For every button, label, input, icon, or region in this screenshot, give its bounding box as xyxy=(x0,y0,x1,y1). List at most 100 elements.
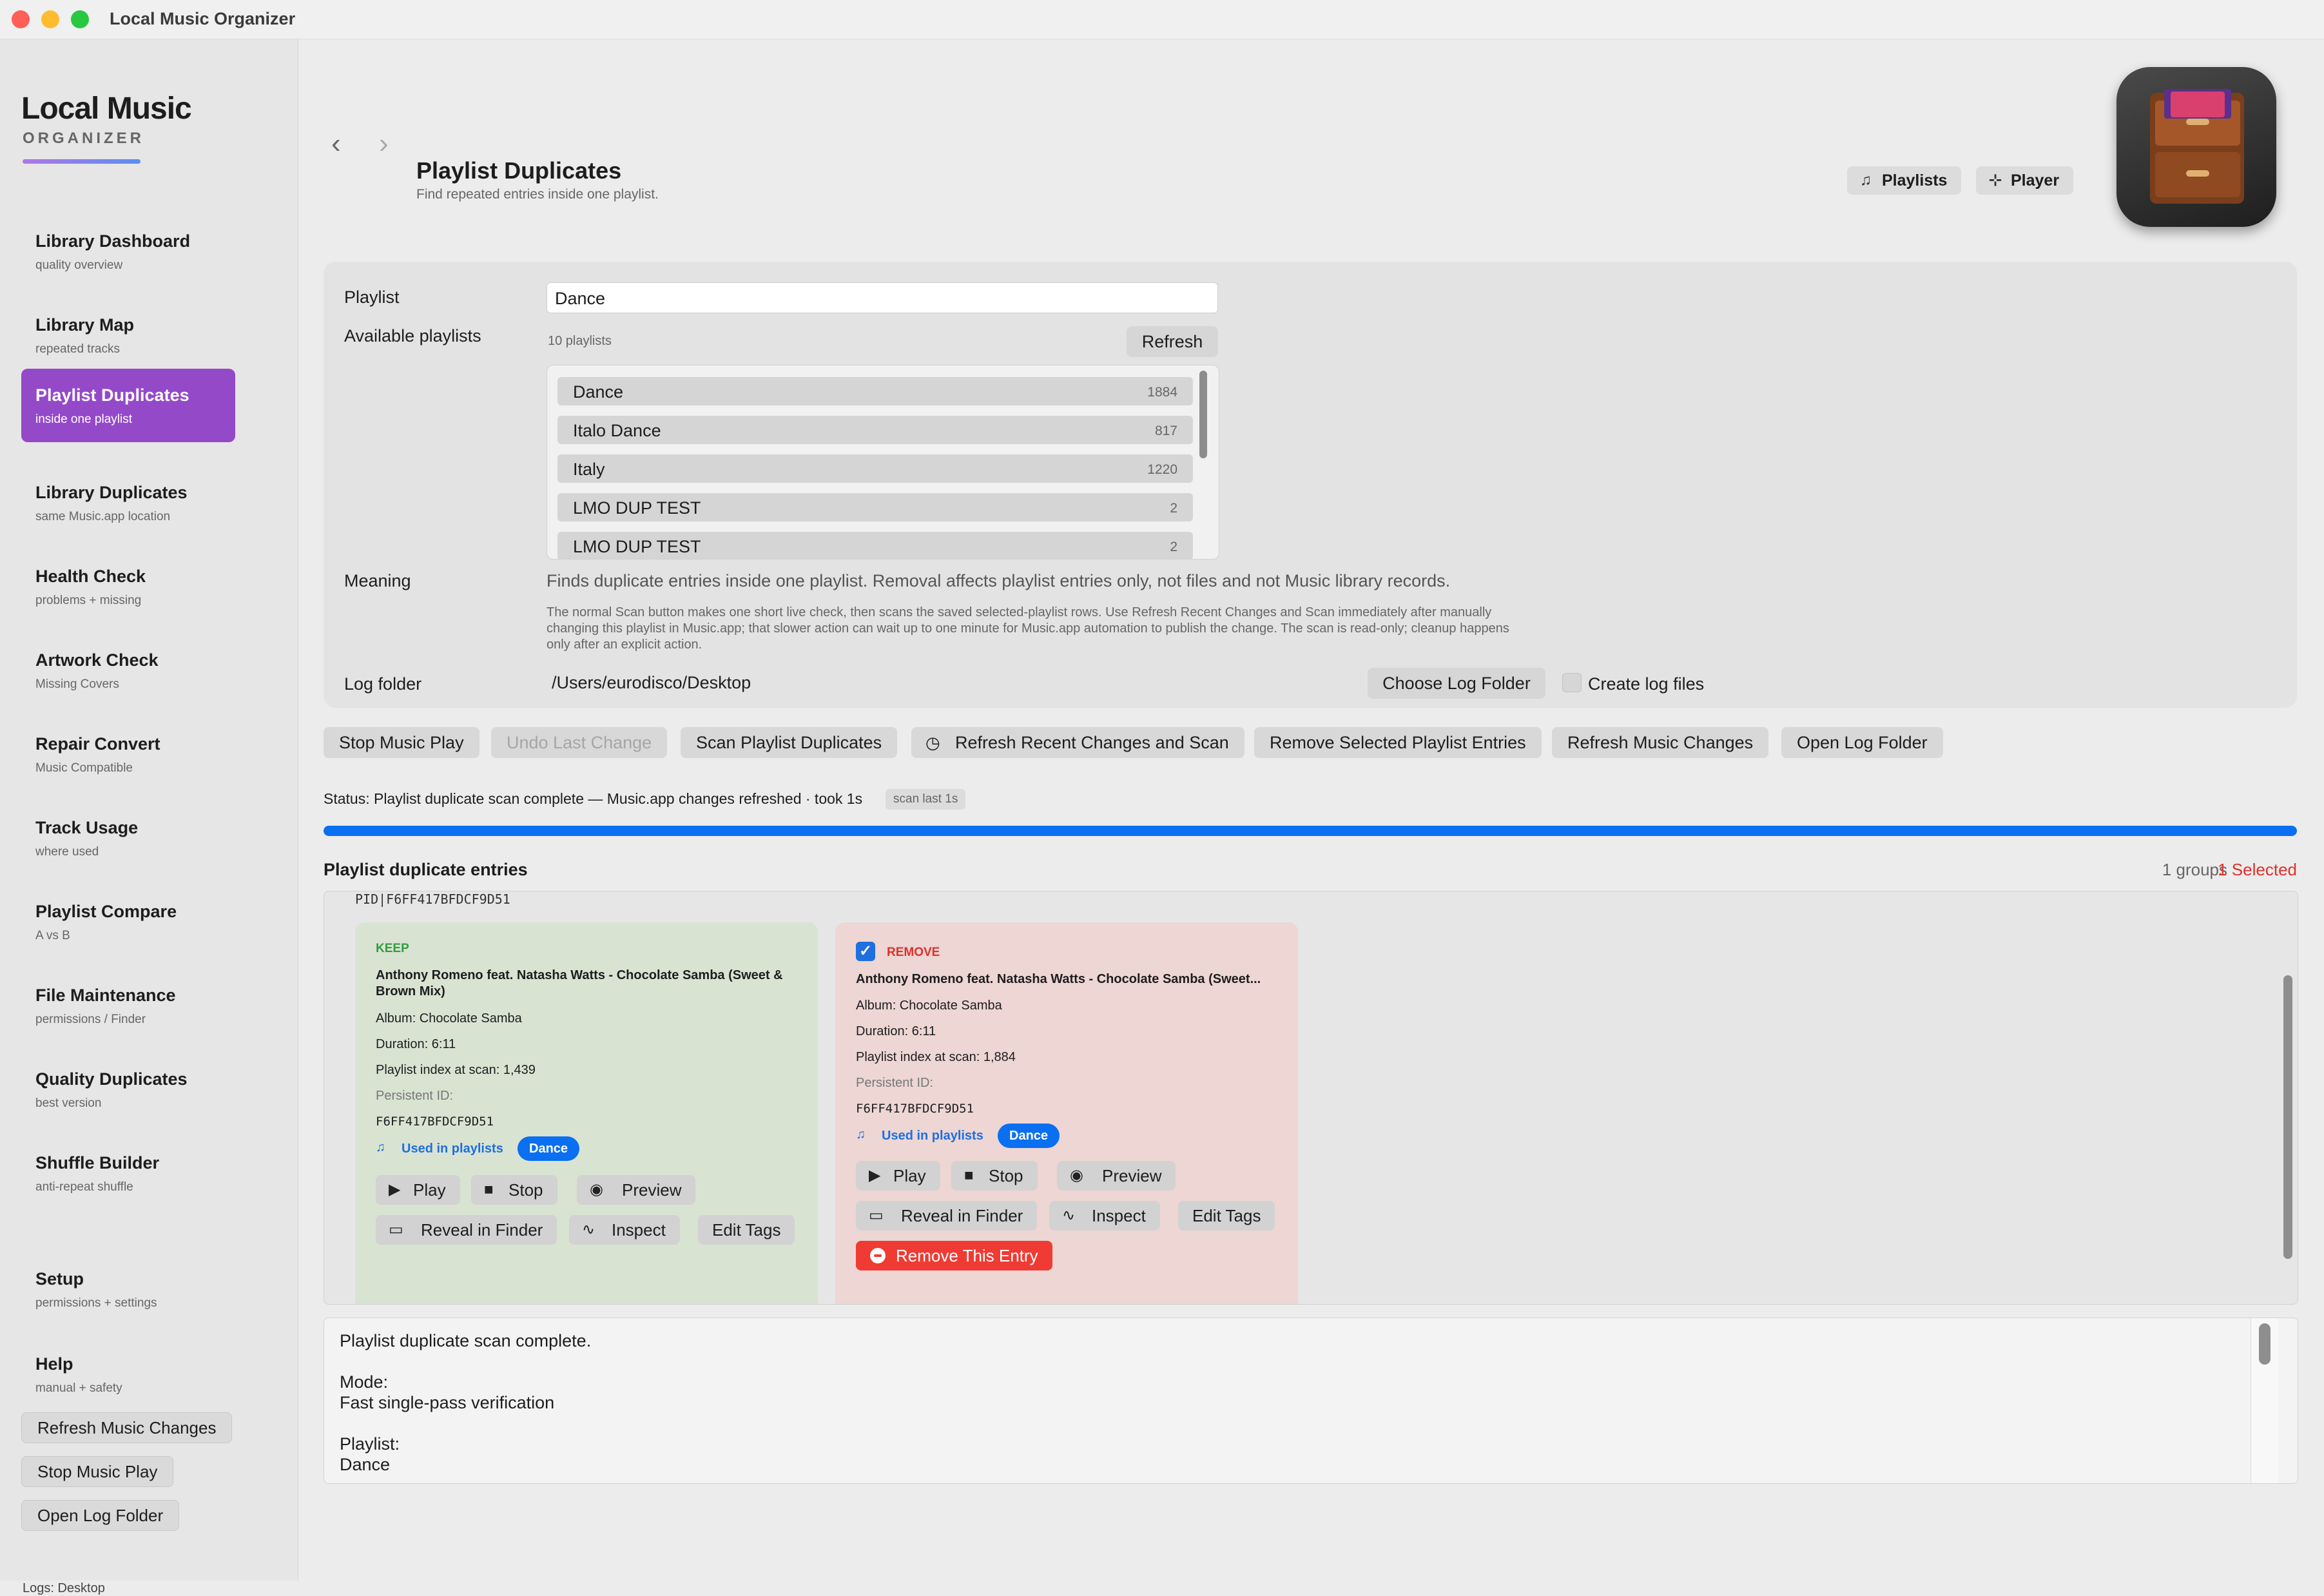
sidebar-item-playlist-duplicates[interactable]: Playlist Duplicates inside one playlist xyxy=(21,369,235,442)
track-title: Anthony Romeno feat. Natasha Watts - Cho… xyxy=(376,968,783,998)
used-in-playlists[interactable]: ♫ Used in playlists xyxy=(376,1140,503,1156)
stop-button[interactable]: ■ Stop xyxy=(951,1161,1038,1191)
sidebar-open-log-button[interactable]: Open Log Folder xyxy=(21,1500,180,1531)
list-item[interactable]: Italo Dance 817 xyxy=(557,416,1193,444)
sidebar-item-label: Setup xyxy=(35,1269,84,1289)
remove-entry-label: Remove This Entry xyxy=(896,1246,1038,1265)
sidebar-item-quality-duplicates[interactable]: Quality Duplicates best version xyxy=(21,1053,235,1126)
track-title: Anthony Romeno feat. Natasha Watts - Cho… xyxy=(856,972,1261,986)
sidebar-item-file-maintenance[interactable]: File Maintenance permissions / Finder xyxy=(21,969,235,1042)
sidebar-item-artwork-check[interactable]: Artwork Check Missing Covers xyxy=(21,634,235,707)
refresh-recent-changes-label: Refresh Recent Changes and Scan xyxy=(955,733,1229,752)
create-log-files-checkbox[interactable] xyxy=(1562,673,1582,692)
playlist-pill[interactable]: Dance xyxy=(998,1124,1060,1148)
inspect-label: Inspect xyxy=(1092,1206,1146,1225)
used-in-playlists[interactable]: ♫ Used in playlists xyxy=(856,1127,983,1143)
used-in-playlists-label: Used in playlists xyxy=(882,1129,983,1143)
playlist-label: Playlist xyxy=(344,287,400,307)
playlist-name: Dance xyxy=(573,382,624,402)
sidebar-item-shuffle-builder[interactable]: Shuffle Builder anti-repeat shuffle xyxy=(21,1136,235,1210)
sidebar-item-sublabel: inside one playlist xyxy=(35,413,132,426)
playlist-icon: ♫ xyxy=(856,1127,866,1142)
preview-button[interactable]: ◉ Preview xyxy=(1057,1161,1176,1191)
persistent-id-label: Persistent ID: xyxy=(856,1076,934,1090)
playlist-name: LMO DUP TEST xyxy=(573,498,701,518)
sidebar-item-health-check[interactable]: Health Check problems + missing xyxy=(21,550,235,623)
sidebar-item-help[interactable]: Help manual + safety xyxy=(21,1338,235,1411)
remove-selected-entries-button[interactable]: Remove Selected Playlist Entries xyxy=(1254,727,1542,758)
player-button[interactable]: ⊹ Player xyxy=(1976,166,2074,195)
scan-playlist-duplicates-button[interactable]: Scan Playlist Duplicates xyxy=(681,727,898,758)
stop-icon: ■ xyxy=(484,1181,494,1198)
sidebar-item-library-map[interactable]: Library Map repeated tracks xyxy=(21,298,235,372)
inspect-button[interactable]: ∿ Inspect xyxy=(1049,1201,1160,1231)
results-scrollbar[interactable] xyxy=(2283,975,2292,1259)
sidebar-refresh-music-button[interactable]: Refresh Music Changes xyxy=(21,1412,233,1443)
sidebar-item-library-duplicates[interactable]: Library Duplicates same Music.app locatio… xyxy=(21,466,235,540)
persistent-id: F6FF417BFDCF9D51 xyxy=(376,1114,494,1129)
remove-this-entry-button[interactable]: Remove This Entry xyxy=(856,1241,1052,1270)
log-scrollbar[interactable] xyxy=(2259,1323,2271,1365)
track-playlist-index: Playlist index at scan: 1,439 xyxy=(376,1063,536,1077)
preview-button[interactable]: ◉ Preview xyxy=(577,1175,696,1205)
play-icon: ▶ xyxy=(869,1167,881,1184)
sidebar-item-sublabel: best version xyxy=(35,1096,102,1110)
sidebar: Local Music ORGANIZER Library Dashboard q… xyxy=(0,39,298,1595)
minimize-window-button[interactable] xyxy=(41,10,59,28)
playlist-track-count: 2 xyxy=(1170,540,1177,554)
stop-music-play-button[interactable]: Stop Music Play xyxy=(324,727,479,758)
inspect-button[interactable]: ∿ Inspect xyxy=(569,1215,680,1245)
sidebar-item-playlist-compare[interactable]: Playlist Compare A vs B xyxy=(21,885,235,959)
undo-last-change-button[interactable]: Undo Last Change xyxy=(491,727,668,758)
back-arrow-icon[interactable]: ‹ xyxy=(331,128,341,160)
sidebar-item-repair-convert[interactable]: Repair Convert Music Compatible xyxy=(21,717,235,791)
forward-arrow-icon[interactable]: › xyxy=(379,128,389,160)
refresh-playlists-button[interactable]: Refresh xyxy=(1127,326,1218,357)
edit-tags-button[interactable]: Edit Tags xyxy=(1178,1201,1275,1231)
reveal-in-finder-button[interactable]: ▭ Reveal in Finder xyxy=(856,1201,1038,1231)
playlists-button[interactable]: ♫ Playlists xyxy=(1847,166,1962,195)
play-button[interactable]: ▶ Play xyxy=(856,1161,940,1191)
sidebar-stop-music-button[interactable]: Stop Music Play xyxy=(21,1456,174,1487)
list-item[interactable]: Dance 1884 xyxy=(557,377,1193,405)
list-item[interactable]: Italy 1220 xyxy=(557,454,1193,483)
play-button[interactable]: ▶ Play xyxy=(376,1175,460,1205)
sidebar-item-library-dashboard[interactable]: Library Dashboard quality overview xyxy=(21,215,235,288)
eye-icon: ◉ xyxy=(1070,1167,1083,1184)
open-log-folder-button[interactable]: Open Log Folder xyxy=(1781,727,1943,758)
group-pid: PID|F6FF417BFDCF9D51 xyxy=(355,891,510,907)
playlist-input[interactable]: Dance xyxy=(547,282,1218,313)
playlist-count: 10 playlists xyxy=(548,334,612,348)
close-window-button[interactable] xyxy=(12,10,30,28)
edit-tags-button[interactable]: Edit Tags xyxy=(698,1215,795,1245)
list-scrollbar[interactable] xyxy=(1199,371,1207,458)
choose-log-folder-button[interactable]: Choose Log Folder xyxy=(1368,668,1545,699)
meaning-note: The normal Scan button makes one short l… xyxy=(547,605,1509,652)
reveal-in-finder-button[interactable]: ▭ Reveal in Finder xyxy=(376,1215,557,1245)
playlists-list[interactable]: Dance 1884 Italo Dance 817 Italy 1220 LMO D… xyxy=(547,365,1219,560)
refresh-music-changes-button[interactable]: Refresh Music Changes xyxy=(1552,727,1769,758)
persistent-id-label: Persistent ID: xyxy=(376,1089,454,1103)
title-bar: Local Music Organizer xyxy=(0,0,2324,39)
sidebar-item-label: Playlist Duplicates xyxy=(35,385,189,405)
sidebar-item-setup[interactable]: Setup permissions + settings xyxy=(21,1252,235,1326)
list-item[interactable]: LMO DUP TEST 2 xyxy=(557,493,1193,521)
results-title: Playlist duplicate entries xyxy=(324,860,528,879)
app-icon xyxy=(2116,67,2276,227)
playlist-track-count: 817 xyxy=(1154,423,1177,438)
zoom-window-button[interactable] xyxy=(71,10,89,28)
remove-entry-checkbox[interactable]: ✓ xyxy=(856,942,875,961)
folder-icon: ▭ xyxy=(389,1221,403,1238)
stop-button[interactable]: ■ Stop xyxy=(471,1175,557,1205)
playlist-pill[interactable]: Dance xyxy=(518,1136,580,1161)
sidebar-item-sublabel: anti-repeat shuffle xyxy=(35,1180,133,1194)
stop-label: Stop xyxy=(508,1180,543,1200)
list-item[interactable]: LMO DUP TEST 2 xyxy=(557,532,1193,559)
refresh-recent-changes-and-scan-button[interactable]: ◷ Refresh Recent Changes and Scan xyxy=(911,727,1244,758)
sidebar-item-label: File Maintenance xyxy=(35,986,176,1005)
log-output[interactable]: Playlist duplicate scan complete. Mode: … xyxy=(324,1318,2298,1484)
sidebar-item-sublabel: quality overview xyxy=(35,258,123,272)
sidebar-item-track-usage[interactable]: Track Usage where used xyxy=(21,801,235,875)
eye-icon: ◉ xyxy=(590,1181,603,1198)
duplicate-results-panel[interactable]: PID|F6FF417BFDCF9D51 KEEP Anthony Romeno… xyxy=(324,891,2298,1305)
